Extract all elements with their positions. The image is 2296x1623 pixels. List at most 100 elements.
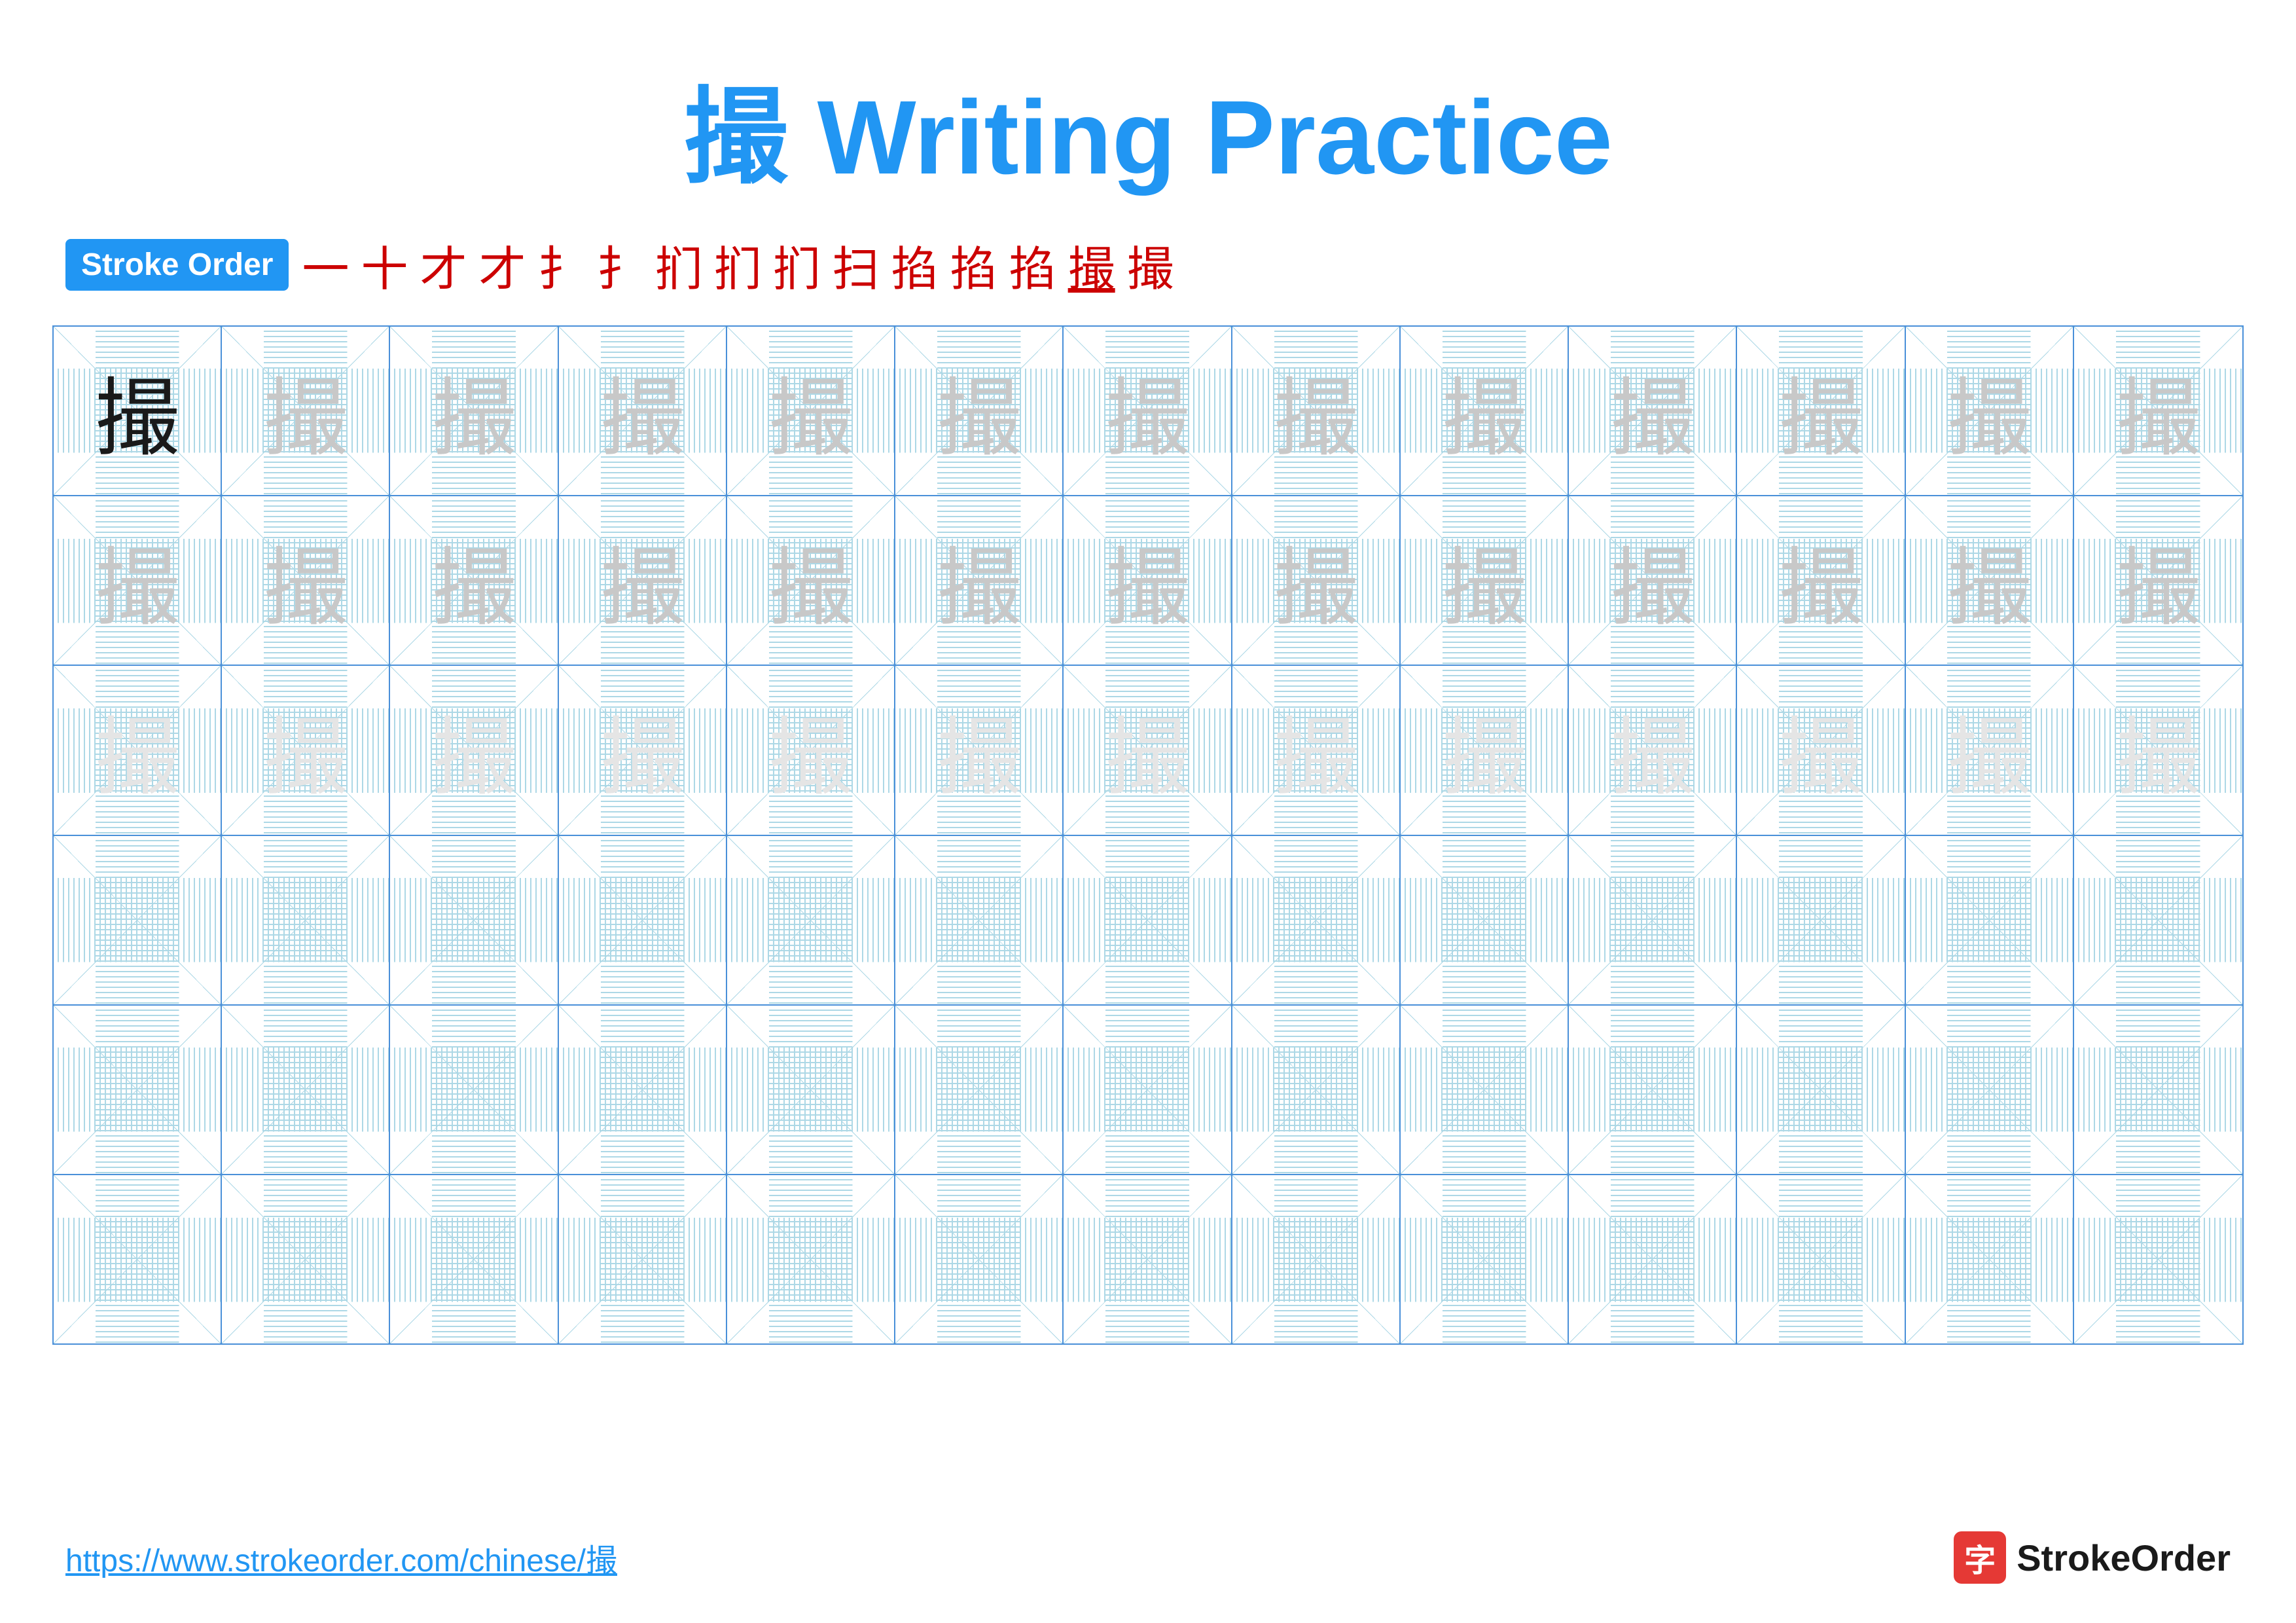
cell-1-4[interactable]: 撮 [559,327,727,495]
cell-5-4[interactable] [559,1006,727,1174]
char-guide: 撮 [1610,689,1695,812]
cell-3-8[interactable]: 撮 [1232,666,1401,834]
cell-3-6[interactable]: 撮 [895,666,1064,834]
cell-1-7[interactable]: 撮 [1064,327,1232,495]
cell-5-7[interactable] [1064,1006,1232,1174]
cell-5-2[interactable] [222,1006,390,1174]
cell-3-12[interactable]: 撮 [1906,666,2074,834]
char-guide: 撮 [2115,689,2200,812]
cell-4-10[interactable] [1569,836,1737,1004]
cell-1-2[interactable]: 撮 [222,327,390,495]
char-guide: 撮 [95,519,180,642]
cell-4-12[interactable] [1906,836,2074,1004]
cell-3-1[interactable]: 撮 [54,666,222,834]
cell-3-9[interactable]: 撮 [1401,666,1569,834]
cell-2-3[interactable]: 撮 [390,496,558,665]
char-guide: 撮 [2115,519,2200,642]
cell-6-10[interactable] [1569,1175,1737,1343]
stroke-15: 撮 [1127,230,1174,299]
cell-1-8[interactable]: 撮 [1232,327,1401,495]
grid-row-5 [54,1006,2242,1175]
cell-2-7[interactable]: 撮 [1064,496,1232,665]
cell-3-7[interactable]: 撮 [1064,666,1232,834]
cell-6-9[interactable] [1401,1175,1569,1343]
char-guide: 撮 [1778,519,1863,642]
cell-2-10[interactable]: 撮 [1569,496,1737,665]
cell-4-1[interactable] [54,836,222,1004]
cell-4-6[interactable] [895,836,1064,1004]
cell-2-6[interactable]: 撮 [895,496,1064,665]
cell-2-1[interactable]: 撮 [54,496,222,665]
cell-3-11[interactable]: 撮 [1737,666,1905,834]
cell-3-13[interactable]: 撮 [2074,666,2242,834]
char-guide: 撮 [768,689,853,812]
char-guide: 撮 [1441,689,1526,812]
cell-1-1[interactable]: 撮 [54,327,222,495]
cell-6-6[interactable] [895,1175,1064,1343]
cell-4-13[interactable] [2074,836,2242,1004]
cell-1-3[interactable]: 撮 [390,327,558,495]
cell-6-1[interactable] [54,1175,222,1343]
cell-1-5[interactable]: 撮 [727,327,895,495]
cell-6-12[interactable] [1906,1175,2074,1343]
stroke-8: 扪 [715,230,762,299]
cell-5-6[interactable] [895,1006,1064,1174]
cell-4-7[interactable] [1064,836,1232,1004]
cell-3-3[interactable]: 撮 [390,666,558,834]
cell-6-8[interactable] [1232,1175,1401,1343]
cell-3-4[interactable]: 撮 [559,666,727,834]
logo-text: StrokeOrder [2017,1537,2231,1579]
cell-6-3[interactable] [390,1175,558,1343]
cell-3-10[interactable]: 撮 [1569,666,1737,834]
stroke-13: 掐 [1009,230,1056,299]
cell-6-5[interactable] [727,1175,895,1343]
cell-2-11[interactable]: 撮 [1737,496,1905,665]
cell-4-2[interactable] [222,836,390,1004]
cell-2-2[interactable]: 撮 [222,496,390,665]
cell-4-8[interactable] [1232,836,1401,1004]
cell-4-5[interactable] [727,836,895,1004]
cell-3-5[interactable]: 撮 [727,666,895,834]
char-guide: 撮 [1778,350,1863,473]
cell-6-7[interactable] [1064,1175,1232,1343]
cell-5-5[interactable] [727,1006,895,1174]
char-guide: 撮 [1610,519,1695,642]
cell-6-13[interactable] [2074,1175,2242,1343]
cell-1-12[interactable]: 撮 [1906,327,2074,495]
footer-url[interactable]: https://www.strokeorder.com/chinese/撮 [65,1535,617,1580]
cell-6-11[interactable] [1737,1175,1905,1343]
cell-1-11[interactable]: 撮 [1737,327,1905,495]
stroke-2: 十 [361,230,408,299]
cell-6-4[interactable] [559,1175,727,1343]
cell-4-3[interactable] [390,836,558,1004]
cell-1-9[interactable]: 撮 [1401,327,1569,495]
cell-2-13[interactable]: 撮 [2074,496,2242,665]
cell-4-11[interactable] [1737,836,1905,1004]
cell-1-10[interactable]: 撮 [1569,327,1737,495]
cell-6-2[interactable] [222,1175,390,1343]
cell-5-9[interactable] [1401,1006,1569,1174]
cell-2-5[interactable]: 撮 [727,496,895,665]
cell-5-12[interactable] [1906,1006,2074,1174]
cell-5-10[interactable] [1569,1006,1737,1174]
grid-row-3: 撮 撮 撮 撮 撮 撮 撮 撮 撮 撮 撮 撮 撮 [54,666,2242,835]
cell-1-6[interactable]: 撮 [895,327,1064,495]
cell-2-12[interactable]: 撮 [1906,496,2074,665]
char-guide: 撮 [263,519,348,642]
cell-5-3[interactable] [390,1006,558,1174]
char-guide: 撮 [263,350,348,473]
cell-5-8[interactable] [1232,1006,1401,1174]
cell-5-13[interactable] [2074,1006,2242,1174]
cell-1-13[interactable]: 撮 [2074,327,2242,495]
cell-3-2[interactable]: 撮 [222,666,390,834]
cell-4-9[interactable] [1401,836,1569,1004]
cell-5-11[interactable] [1737,1006,1905,1174]
cell-4-4[interactable] [559,836,727,1004]
stroke-3: 才 [420,230,467,299]
cell-2-8[interactable]: 撮 [1232,496,1401,665]
stroke-14: 撮 [1068,230,1115,299]
cell-2-9[interactable]: 撮 [1401,496,1569,665]
cell-2-4[interactable]: 撮 [559,496,727,665]
practice-grid: 撮 撮 撮 撮 撮 撮 撮 撮 撮 撮 撮 撮 撮 撮 撮 撮 撮 撮 撮 撮 … [52,325,2244,1345]
cell-5-1[interactable] [54,1006,222,1174]
